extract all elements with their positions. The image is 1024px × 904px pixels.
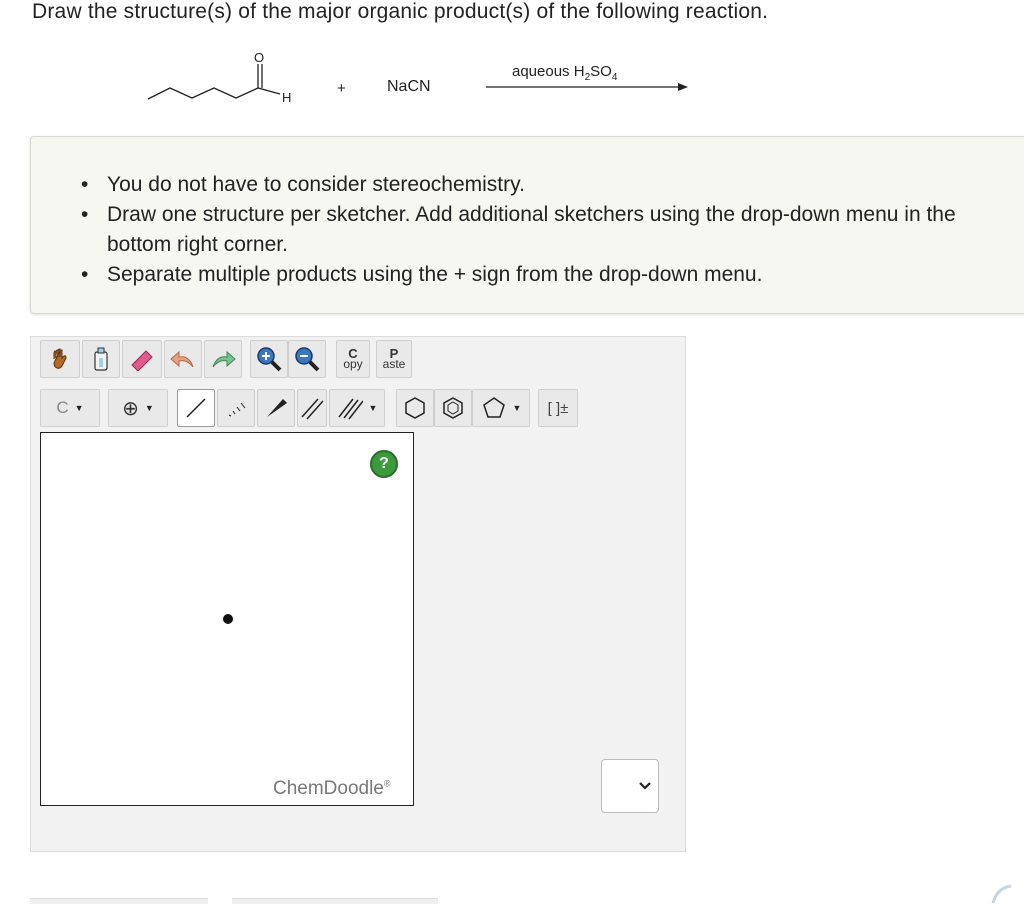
zoom-out-icon — [295, 347, 320, 372]
redo-button[interactable] — [204, 340, 242, 378]
dropdown-arrow-icon: ▼ — [512, 403, 522, 413]
undo-button[interactable] — [164, 340, 202, 378]
brand-name: ChemDoodle — [273, 778, 384, 799]
instruction-item: Draw one structure per sketcher. Add add… — [81, 200, 992, 260]
atom-label-dropdown[interactable]: C ▼ — [40, 389, 100, 427]
paste-small: aste — [382, 357, 406, 371]
reaction-plus: + — [337, 80, 346, 97]
question-title: Draw the structure(s) of the major organ… — [32, 0, 769, 23]
zoom-in-button[interactable] — [250, 340, 288, 378]
bottom-tab[interactable] — [232, 898, 438, 904]
bottom-tab[interactable] — [30, 898, 208, 904]
wedge-bond-button[interactable] — [257, 389, 295, 427]
double-bond-icon — [301, 398, 324, 420]
corner-logo-icon — [991, 884, 1012, 903]
chemdoodle-brand: ChemDoodle® — [273, 778, 391, 800]
add-sketcher-dropdown[interactable] — [601, 759, 659, 813]
undo-icon — [170, 350, 194, 368]
hashed-bond-button[interactable] — [217, 389, 255, 427]
wedge-bond-icon — [267, 399, 287, 417]
hand-tool-icon — [53, 348, 67, 369]
copy-button[interactable]: C opy — [336, 340, 370, 378]
charge-symbol: ⊕ — [122, 397, 139, 420]
cyclohexane-icon — [405, 397, 425, 419]
ring-dropdown[interactable]: ▼ — [472, 389, 530, 427]
oxygen-label: O — [254, 50, 264, 65]
atom-dot — [223, 614, 233, 624]
help-button[interactable]: ? — [370, 450, 398, 478]
redo-icon — [212, 350, 236, 368]
copy-small: opy — [343, 357, 363, 371]
single-bond-icon — [186, 398, 206, 418]
hand-tool-button[interactable] — [40, 340, 80, 378]
chevron-down-icon — [639, 782, 651, 790]
reactant-structure: O H — [147, 50, 291, 105]
bracket-button[interactable]: [ ]± — [538, 389, 578, 427]
hydrogen-label: H — [282, 90, 291, 105]
triple-bond-icon — [337, 398, 363, 420]
eraser-button[interactable] — [122, 340, 162, 378]
eraser-icon — [131, 350, 153, 371]
atom-label: C — [56, 398, 69, 417]
reagent-label: NaCN — [387, 78, 431, 95]
instructions-list: You do not have to consider stereochemis… — [81, 170, 1024, 290]
single-bond-button[interactable] — [177, 389, 215, 427]
dropdown-arrow-icon: ▼ — [74, 403, 84, 413]
hashed-bond-icon — [228, 402, 246, 417]
zoom-out-button[interactable] — [288, 340, 326, 378]
condition-prefix: aqueous H — [512, 63, 585, 80]
clear-canvas-icon — [94, 347, 108, 371]
cyclohexane-button[interactable] — [396, 389, 434, 427]
dropdown-arrow-icon: ▼ — [368, 403, 378, 413]
cyclopentane-icon — [482, 397, 505, 418]
instruction-item: Separate multiple products using the + s… — [81, 260, 1024, 290]
zoom-in-icon — [257, 347, 282, 372]
instruction-item: You do not have to consider stereochemis… — [81, 170, 1024, 200]
paste-button[interactable]: P aste — [376, 340, 412, 378]
clear-canvas-button[interactable] — [82, 340, 120, 378]
bond-type-dropdown[interactable]: ▼ — [329, 389, 385, 427]
charge-dropdown[interactable]: ⊕ ▼ — [108, 389, 168, 427]
double-bond-button[interactable] — [297, 389, 327, 427]
reaction-arrow — [486, 83, 688, 91]
instructions-box: You do not have to consider stereochemis… — [30, 136, 1024, 314]
condition-mid: SO — [590, 63, 612, 80]
bracket-label: [ ]± — [547, 399, 569, 417]
brand-mark: ® — [383, 778, 391, 789]
benzene-icon — [443, 397, 463, 419]
dropdown-arrow-icon: ▼ — [144, 403, 154, 413]
benzene-button[interactable] — [434, 389, 472, 427]
